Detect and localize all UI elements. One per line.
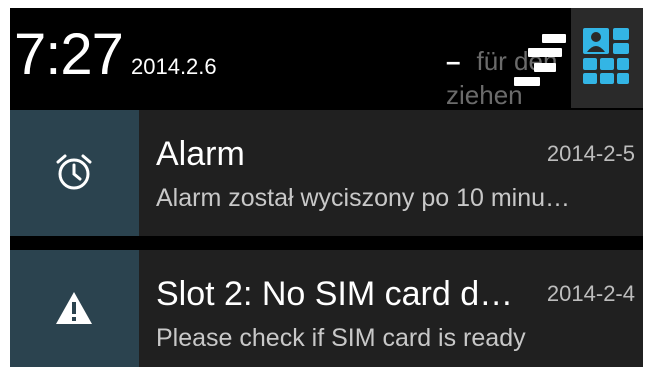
- notification-text: Please check if SIM card is ready: [156, 324, 526, 352]
- notification-alarm[interactable]: Alarm 2014-2-5 Alarm został wyciszony po…: [10, 110, 643, 236]
- notification-no-sim[interactable]: Slot 2: No SIM card d… 2014-2-4 Please c…: [10, 250, 643, 367]
- clock[interactable]: 7:27: [14, 22, 124, 88]
- notification-text: Alarm został wyciszony po 10 minu…: [156, 184, 571, 212]
- notification-icon-box: [10, 250, 139, 367]
- hint-dash: –: [446, 46, 461, 76]
- quick-settings-icon: [583, 28, 629, 84]
- status-header: 7:27 2014.2.6 – für den ziehen: [10, 8, 643, 110]
- date[interactable]: 2014.2.6: [131, 54, 217, 80]
- alarm-clock-icon: [56, 154, 92, 190]
- notification-time: 2014-2-5: [546, 141, 635, 166]
- clear-all-icon[interactable]: [504, 30, 566, 88]
- quick-settings-button[interactable]: [571, 8, 643, 108]
- notification-title: Slot 2: No SIM card d…: [156, 275, 514, 313]
- warning-icon: [56, 292, 92, 324]
- notification-title: Alarm: [156, 135, 245, 173]
- notification-shade: 7:27 2014.2.6 – für den ziehen Alarm 201…: [10, 8, 643, 367]
- notification-time: 2014-2-4: [546, 281, 635, 306]
- notification-icon-box: [10, 110, 139, 236]
